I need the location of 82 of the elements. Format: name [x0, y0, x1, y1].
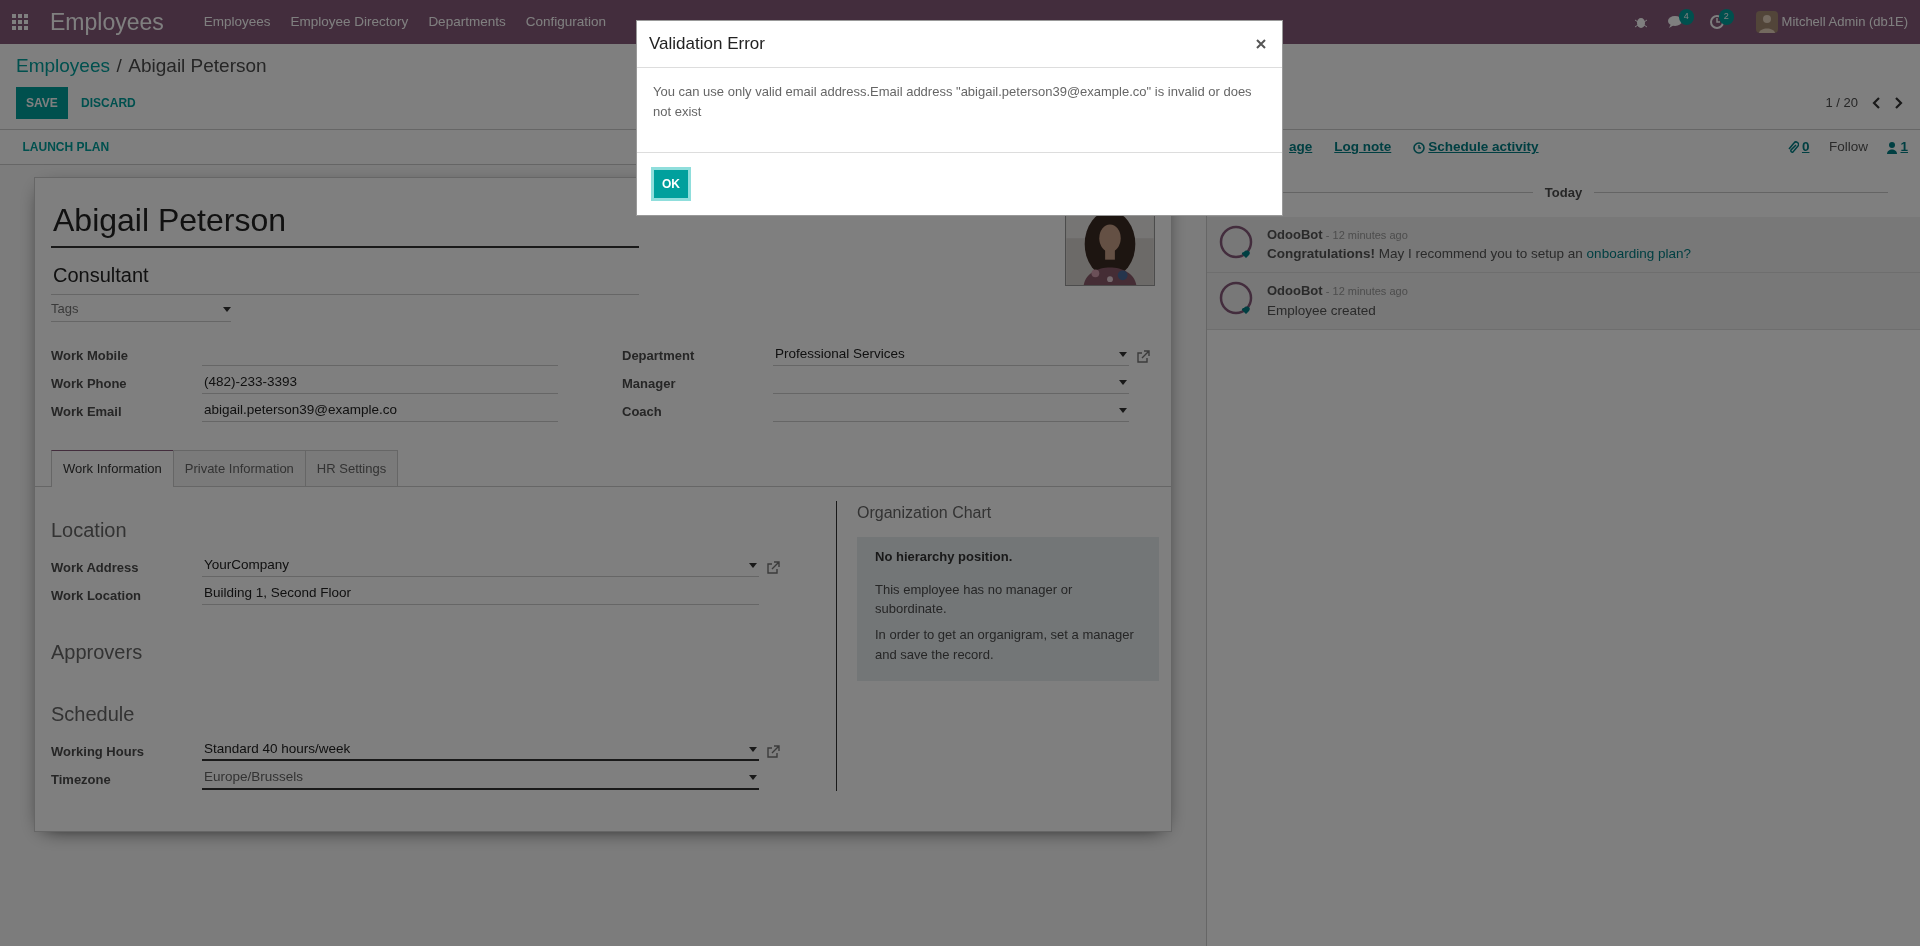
- link[interactable]: onboarding plan?: [1586, 246, 1691, 261]
- input-field[interactable]: Professional Services: [773, 343, 1129, 366]
- breadcrumb-separator: /: [116, 54, 122, 78]
- section-title: Schedule: [51, 702, 136, 727]
- paperclip-icon: [1787, 141, 1799, 154]
- tab[interactable]: Work Information: [51, 449, 174, 487]
- discard-button[interactable]: DISCARD: [71, 87, 146, 119]
- user-name[interactable]: Mitchell Admin (db1E): [1781, 12, 1908, 32]
- menu-item[interactable]: Employees: [203, 11, 271, 33]
- field-label: Work Phone: [51, 375, 128, 393]
- info-heading: No hierarchy position.: [875, 548, 1014, 566]
- person-icon: [1887, 141, 1898, 154]
- external-link-icon[interactable]: [765, 561, 780, 576]
- message-author: OdooBot: [1267, 225, 1323, 244]
- tab[interactable]: Private Information: [172, 449, 306, 486]
- next-icon[interactable]: [1894, 97, 1904, 109]
- chatter-action[interactable]: Log note: [1334, 137, 1392, 158]
- breadcrumb-link[interactable]: Employees: [16, 52, 110, 81]
- input-field[interactable]: abigail.peterson39@example.co: [202, 399, 558, 422]
- error-message: You can use only valid email address.Email address "abigail.peterson39@example.co" is invalid or does not exist: [637, 68, 1282, 154]
- date-separator: Today: [1544, 184, 1583, 202]
- name-field[interactable]: Abigail Peterson: [51, 194, 639, 248]
- caret-icon[interactable]: [749, 774, 757, 780]
- apps-menu-icon[interactable]: [12, 14, 28, 30]
- caret-icon[interactable]: [1119, 351, 1127, 357]
- followers-button[interactable]: 1: [1887, 137, 1908, 158]
- message-body: Congratulations! May I recommend you to setup an onboarding plan?: [1267, 245, 1691, 263]
- field-label: Working Hours: [51, 742, 145, 761]
- pager-text: 1 / 20: [1825, 94, 1858, 113]
- field-label: Timezone: [51, 771, 112, 789]
- external-link-icon[interactable]: [1135, 349, 1150, 364]
- input-field[interactable]: (482)-233-3393: [202, 371, 558, 394]
- bot-avatar: [1219, 224, 1255, 261]
- activity-count-badge: 2: [1718, 9, 1734, 25]
- menu-item[interactable]: Departments: [428, 11, 506, 33]
- clock-icon[interactable]: [1709, 15, 1724, 29]
- message-body: Employee created: [1267, 301, 1377, 320]
- input-field[interactable]: YourCompany: [202, 555, 759, 577]
- close-icon[interactable]: [1256, 39, 1266, 49]
- launch-plan-button[interactable]: LAUNCH PLAN: [16, 138, 110, 156]
- chatter-action[interactable]: Schedule activity: [1413, 137, 1539, 158]
- user-avatar[interactable]: [1756, 11, 1779, 33]
- tags-field[interactable]: Tags: [51, 299, 223, 321]
- info-text: This employee has no manager or subordinate.: [875, 580, 1074, 618]
- save-button[interactable]: SAVE: [16, 87, 68, 119]
- attachments-button[interactable]: 0: [1787, 137, 1810, 158]
- menu-item[interactable]: Configuration: [525, 11, 606, 33]
- caret-icon[interactable]: [1119, 379, 1127, 385]
- input-field[interactable]: Building 1, Second Floor: [202, 583, 759, 605]
- bug-icon[interactable]: [1634, 15, 1649, 29]
- ok-button[interactable]: OK: [651, 167, 691, 202]
- field-label: Work Mobile: [51, 347, 130, 365]
- chat-icon[interactable]: [1667, 15, 1684, 29]
- breadcrumb-current: Abigail Peterson: [128, 54, 267, 78]
- caret-icon[interactable]: [1119, 407, 1127, 413]
- field-label: Coach: [622, 403, 663, 421]
- input-field[interactable]: Europe/Brussels: [202, 767, 759, 790]
- org-chart-title: Organization Chart: [857, 503, 993, 523]
- tab[interactable]: HR Settings: [304, 449, 399, 486]
- field-label: Work Address: [51, 558, 140, 577]
- previous-icon[interactable]: [1871, 97, 1881, 109]
- menu-item[interactable]: Employee Directory: [290, 11, 409, 33]
- app-title: Employees: [50, 7, 164, 37]
- dialog-title: Validation Error: [649, 33, 765, 56]
- caret-icon[interactable]: [749, 746, 757, 752]
- caret-icon[interactable]: [223, 307, 231, 313]
- field-label: Manager: [622, 375, 677, 393]
- message-count-badge: 4: [1678, 9, 1694, 25]
- field-label: Work Email: [51, 403, 123, 421]
- caret-icon[interactable]: [749, 563, 757, 568]
- chatter-action[interactable]: age: [1289, 137, 1313, 158]
- external-link-icon[interactable]: [765, 745, 780, 760]
- field-label: Department: [622, 347, 696, 365]
- job-title-field[interactable]: Consultant: [51, 256, 639, 295]
- follow-button[interactable]: Follow: [1828, 137, 1868, 158]
- input-field[interactable]: Standard 40 hours/week: [202, 739, 759, 762]
- section-title: Location: [51, 518, 128, 543]
- message-author: OdooBot: [1267, 282, 1323, 301]
- field-label: Work Location: [51, 586, 143, 605]
- clock-icon: [1413, 141, 1426, 154]
- info-text: In order to get an organigram, set a manager and save the record.: [875, 626, 1135, 664]
- section-title: Approvers: [51, 640, 144, 665]
